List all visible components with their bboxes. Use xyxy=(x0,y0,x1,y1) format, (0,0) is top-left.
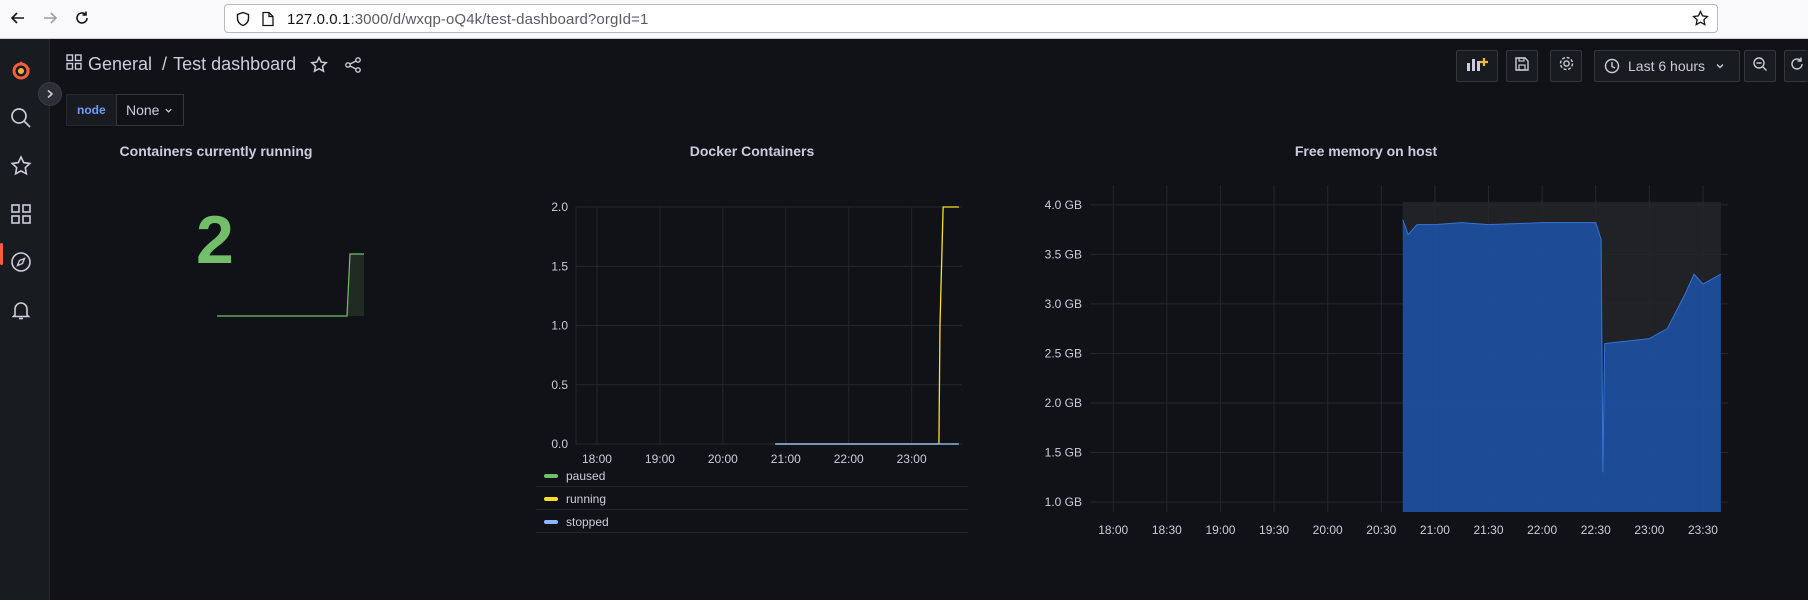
browser-toolbar: 127.0.0.1:3000/d/wxqp-oQ4k/test-dashboar… xyxy=(0,0,1808,39)
y-tick-label: 2.0 GB xyxy=(1045,396,1082,410)
x-tick-label: 22:00 xyxy=(834,452,864,466)
panel-title[interactable]: Containers currently running xyxy=(66,143,366,159)
save-icon xyxy=(1514,56,1530,77)
search-icon[interactable] xyxy=(9,106,33,130)
starred-icon[interactable] xyxy=(9,154,33,178)
refresh-icon xyxy=(1789,56,1805,77)
y-tick-label: 0.0 xyxy=(551,437,568,451)
mark-favorite-star-icon[interactable] xyxy=(310,55,329,74)
x-tick-label: 18:00 xyxy=(1098,523,1128,537)
dashboards-icon[interactable] xyxy=(9,202,33,226)
y-tick-label: 2.5 GB xyxy=(1045,346,1082,360)
breadcrumb-separator: / xyxy=(162,54,168,74)
variable-select-node[interactable]: None xyxy=(116,94,184,126)
x-tick-label: 19:00 xyxy=(1205,523,1235,537)
reload-icon[interactable] xyxy=(72,8,92,28)
panel-title[interactable]: Docker Containers xyxy=(560,143,944,159)
breadcrumb: General / Test dashboard xyxy=(66,54,362,75)
chevron-down-icon xyxy=(164,106,173,115)
dashboard-settings-button[interactable] xyxy=(1550,50,1582,82)
docker-chart: 2.0 1.5 1.0 0.5 0.0 18:00 19:00 20:00 21:00 22:00… xyxy=(551,200,962,466)
shield-icon[interactable] xyxy=(235,11,251,32)
explore-compass-icon[interactable] xyxy=(9,250,33,274)
zoom-out-button[interactable] xyxy=(1744,50,1776,82)
y-tick-label: 1.5 GB xyxy=(1045,446,1082,460)
y-tick-label: 0.5 xyxy=(551,378,568,392)
legend-swatch xyxy=(544,473,558,478)
variable-label-node: node xyxy=(66,94,117,126)
x-tick-label: 18:30 xyxy=(1152,523,1182,537)
page-title[interactable]: Test dashboard xyxy=(173,54,296,75)
grafana-logo-icon[interactable] xyxy=(9,59,33,83)
page-icon xyxy=(261,11,275,32)
sidebar xyxy=(0,39,50,600)
dashboards-grid-icon xyxy=(66,54,82,75)
y-tick-label: 1.5 xyxy=(551,259,568,273)
clock-icon xyxy=(1604,58,1620,74)
time-range-picker[interactable]: Last 6 hours xyxy=(1594,50,1740,82)
x-tick-label: 21:30 xyxy=(1474,523,1504,537)
legend-label: running xyxy=(566,491,607,506)
x-tick-label: 20:00 xyxy=(1313,523,1343,537)
x-tick-label: 22:00 xyxy=(1527,523,1557,537)
legend-item-stopped[interactable]: stopped xyxy=(536,511,968,533)
legend-swatch xyxy=(544,496,558,501)
stat-sparkline xyxy=(217,253,364,317)
y-tick-label: 3.5 GB xyxy=(1045,247,1082,261)
share-icon[interactable] xyxy=(344,56,362,74)
y-tick-label: 1.0 xyxy=(551,319,568,333)
x-tick-label: 20:30 xyxy=(1366,523,1396,537)
legend-label: paused xyxy=(566,468,606,483)
y-tick-label: 2.0 xyxy=(551,200,568,214)
expand-sidebar-chevron-icon[interactable] xyxy=(38,82,62,106)
add-panel-icon xyxy=(1465,55,1489,78)
memory-chart: 4.0 GB 3.5 GB 3.0 GB 2.5 GB 2.0 GB 1.5 GB 1.0 … xyxy=(1045,185,1728,537)
legend-item-running[interactable]: running xyxy=(536,488,968,510)
gear-icon xyxy=(1558,55,1575,77)
url-text[interactable]: 127.0.0.1:3000/d/wxqp-oQ4k/test-dashboar… xyxy=(287,11,648,28)
x-tick-label: 20:00 xyxy=(708,452,738,466)
legend-item-paused[interactable]: paused xyxy=(536,465,968,487)
forward-icon[interactable] xyxy=(40,8,60,28)
x-tick-label: 21:00 xyxy=(1420,523,1450,537)
refresh-button[interactable] xyxy=(1784,50,1808,82)
save-dashboard-button[interactable] xyxy=(1506,50,1538,82)
add-panel-button[interactable] xyxy=(1456,50,1498,82)
x-tick-label: 23:00 xyxy=(897,452,927,466)
back-icon[interactable] xyxy=(8,8,28,28)
breadcrumb-folder[interactable]: General xyxy=(88,54,152,75)
alerting-bell-icon[interactable] xyxy=(9,298,33,322)
bookmark-star-icon[interactable] xyxy=(1692,9,1709,32)
zoom-out-icon xyxy=(1752,56,1768,77)
x-tick-label: 23:30 xyxy=(1688,523,1718,537)
active-indicator xyxy=(0,243,3,265)
x-tick-label: 22:30 xyxy=(1581,523,1611,537)
variable-select-value: None xyxy=(126,102,160,118)
x-tick-label: 18:00 xyxy=(582,452,612,466)
url-bar[interactable]: 127.0.0.1:3000/d/wxqp-oQ4k/test-dashboar… xyxy=(224,4,1718,33)
x-tick-label: 19:30 xyxy=(1259,523,1289,537)
time-range-label: Last 6 hours xyxy=(1628,58,1706,74)
x-tick-label: 19:00 xyxy=(645,452,675,466)
x-tick-label: 23:00 xyxy=(1634,523,1664,537)
y-tick-label: 1.0 GB xyxy=(1045,495,1082,509)
y-tick-label: 4.0 GB xyxy=(1045,198,1082,212)
legend-label: stopped xyxy=(566,514,609,529)
y-tick-label: 3.0 GB xyxy=(1045,297,1082,311)
panel-title[interactable]: Free memory on host xyxy=(1178,143,1554,159)
chevron-down-icon xyxy=(1715,61,1725,71)
legend-swatch xyxy=(544,519,558,524)
x-tick-label: 21:00 xyxy=(771,452,801,466)
